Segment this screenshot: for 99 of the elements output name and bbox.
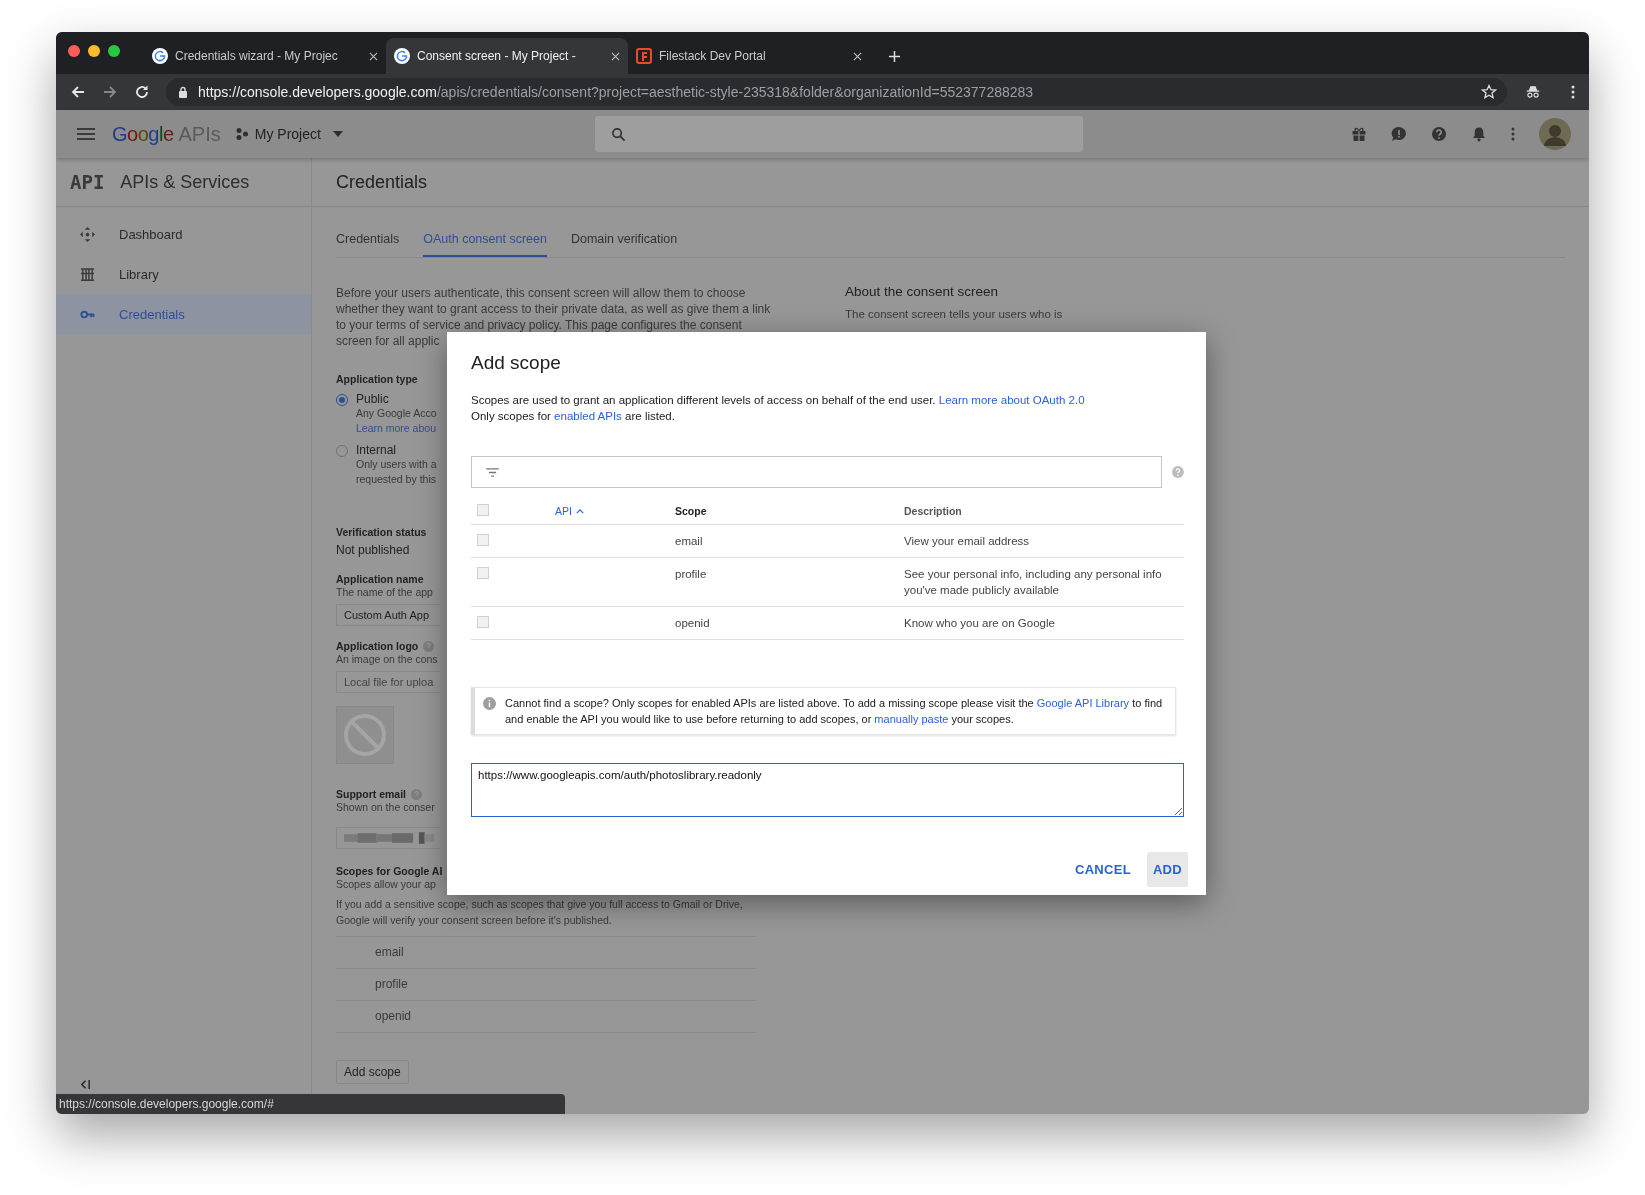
star-icon[interactable]	[1481, 84, 1497, 100]
avatar[interactable]	[1539, 118, 1571, 150]
column-header[interactable]: Description	[904, 503, 962, 519]
search-field[interactable]	[594, 116, 1083, 152]
caret-icon	[332, 131, 343, 137]
table-cell: Know who you are on Google	[904, 617, 1055, 629]
browser-tab[interactable]: Filestack Dev Portal	[628, 38, 870, 74]
move-arrows-icon	[80, 226, 95, 242]
bell-icon[interactable]	[1471, 126, 1487, 142]
library-icon	[80, 266, 95, 282]
column-header[interactable]: API	[555, 503, 584, 519]
scopes-note: If you add a sensitive scope, such as scopes that give you full access to Gmail or Drive, Google will verify your consent screen before it's published.	[336, 897, 744, 928]
option-description: Any Google Acco	[356, 406, 437, 421]
intro-text: Before your users authenticate, this consent screen will allow them to choose whether they want to grant access to their private data, as well as give them a link to your terms of service and privacy policy. This page configures the consent screen for all applic	[336, 285, 772, 349]
field-label: Support email	[336, 788, 406, 800]
close-icon[interactable]	[853, 51, 862, 61]
field-label: Application logo	[336, 640, 419, 652]
gift-icon[interactable]	[1351, 126, 1367, 142]
feedback-icon[interactable]	[1391, 126, 1407, 142]
table-cell: See your personal info, including any personal info you've made publicly available	[904, 568, 1162, 596]
field-hint: The name of the app	[336, 585, 433, 600]
field-label: Verification status	[336, 526, 427, 538]
table-cell: openid	[675, 617, 710, 629]
back-arrow-icon[interactable]	[70, 84, 86, 100]
reload-icon[interactable]	[134, 84, 150, 100]
field-label: Application name	[336, 573, 424, 585]
field-label: Scopes for Google AI	[336, 865, 443, 877]
menu-icon[interactable]	[77, 128, 95, 140]
scope-item: openid	[336, 1001, 756, 1033]
field-hint: Scopes allow your ap	[336, 877, 436, 892]
scope-item: profile	[336, 969, 756, 1001]
field-label: Application type	[336, 373, 418, 385]
page-title: Credentials	[336, 171, 428, 193]
scope-item: email	[336, 937, 756, 969]
field-hint: An image on the cons	[336, 652, 438, 667]
sidebar-item[interactable]: Dashboard	[56, 214, 311, 254]
link[interactable]: manually paste	[874, 713, 949, 725]
sidebar-item[interactable]: Library	[56, 254, 311, 294]
dialog-description: Scopes are used to grant an application different levels of access on behalf of the end user. Learn more about OAuth 2.0	[471, 393, 1086, 408]
close-window-button[interactable]	[68, 45, 80, 57]
g-logo-icon	[152, 48, 168, 64]
input-field[interactable]: Local file for uploa	[336, 671, 440, 693]
minimize-window-button[interactable]	[88, 45, 100, 57]
page-tab[interactable]: Credentials	[336, 226, 400, 257]
address-bar[interactable]: https://console.developers.google.com/apis/credentials/consent?project=aesthetic-style-235318&folder&organizationId=552377288283	[166, 78, 1507, 106]
link[interactable]: Google API Library	[1036, 697, 1130, 709]
table-cell: email	[675, 535, 703, 547]
project-icon	[234, 127, 249, 141]
google-logo[interactable]: Google	[112, 122, 174, 146]
no-image-icon	[336, 706, 394, 764]
filter-icon	[486, 467, 499, 477]
browser-tab[interactable]: Credentials wizard - My Projec	[144, 38, 386, 74]
table-cell: View your email address	[904, 535, 1030, 547]
radio-label: Internal	[356, 443, 397, 457]
collapse-icon[interactable]	[80, 1079, 91, 1090]
input-field[interactable]: Custom Auth App	[336, 604, 440, 626]
field-hint: Shown on the conser	[336, 800, 435, 815]
info-icon	[483, 697, 496, 710]
lock-icon	[178, 86, 188, 98]
incognito-icon[interactable]	[1525, 84, 1541, 100]
column-header[interactable]: Scope	[675, 503, 707, 519]
search-icon	[610, 126, 626, 142]
section-heading: About the consent screen	[845, 284, 1000, 299]
table-cell: profile	[675, 568, 707, 580]
zoom-window-button[interactable]	[108, 45, 120, 57]
info-text: Cannot find a scope? Only scopes for enabled APIs are listed above. To add a missing scope please visit the Google API Library to find and enable the API you would like to use before returning to add scopes, or manually paste your scopes.	[505, 696, 1164, 727]
option-description: Only users with a	[356, 457, 437, 472]
close-icon[interactable]	[611, 51, 620, 61]
forward-arrow-icon[interactable]	[102, 84, 118, 100]
link[interactable]: Learn more about OAuth 2.0	[938, 394, 1085, 406]
browser-tab[interactable]: Consent screen - My Project -	[386, 38, 628, 74]
checkbox[interactable]	[477, 504, 489, 516]
link-preview-tooltip: https://console.developers.google.com/#	[56, 1094, 565, 1114]
plus-icon[interactable]	[888, 49, 901, 63]
option-description: requested by this	[356, 472, 436, 487]
link[interactable]: enabled APIs	[554, 410, 622, 422]
select-field[interactable]	[336, 827, 440, 849]
add-scope-button[interactable]: Add scope	[336, 1060, 409, 1084]
section-title: APIs & Services	[120, 171, 250, 193]
checkbox[interactable]	[477, 534, 489, 546]
status-value: Not published	[336, 543, 410, 557]
more-icon[interactable]	[1571, 84, 1575, 100]
checkbox[interactable]	[477, 567, 489, 579]
dialog-title: Add scope	[471, 352, 562, 374]
section-text: The consent screen tells your users who is	[845, 308, 1063, 320]
g-logo-icon	[394, 48, 410, 64]
close-icon[interactable]	[369, 51, 378, 61]
checkbox[interactable]	[477, 616, 489, 628]
dialog-button[interactable]: ADD	[1146, 852, 1188, 887]
dialog-description: Only scopes for enabled APIs are listed.	[471, 409, 676, 424]
more-icon[interactable]	[1511, 126, 1515, 142]
filter-field[interactable]	[471, 456, 1163, 488]
page-tab[interactable]: Domain verification	[570, 226, 678, 257]
f-logo-icon	[636, 48, 652, 64]
api-logo: API	[70, 171, 105, 193]
help-icon[interactable]	[1431, 126, 1447, 142]
radio-label: Public	[356, 392, 389, 406]
project-picker[interactable]: My Project	[234, 126, 343, 142]
scope-text-area[interactable]: https://www.googleapis.com/auth/photoslibrary.readonly	[471, 763, 1184, 817]
